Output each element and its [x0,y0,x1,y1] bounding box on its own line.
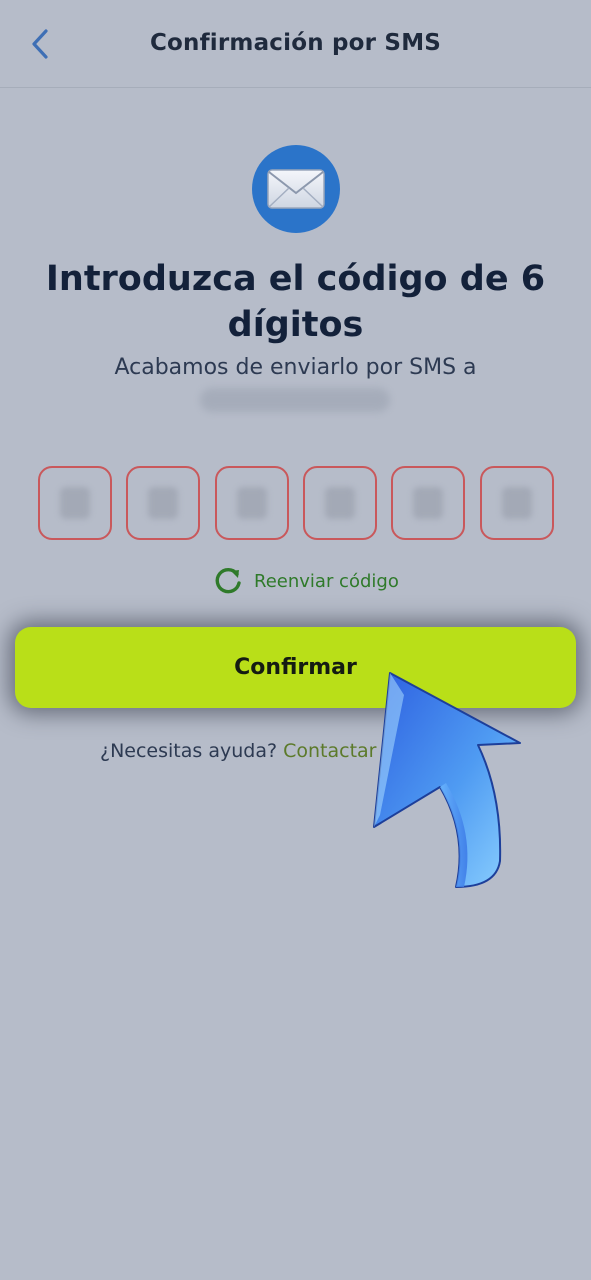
redacted-digit [502,487,532,519]
refresh-icon [215,567,241,594]
code-input-row [38,466,554,542]
resend-code-label: Reenviar código [254,570,399,592]
top-bar: Confirmación por SMS [0,0,591,88]
code-digit-input-2[interactable] [126,466,200,540]
redacted-digit [237,487,267,519]
code-digit-input-3[interactable] [215,466,289,540]
confirm-button[interactable]: Confirmar [15,627,576,708]
redacted-digit [148,487,178,519]
main-heading: Introduzca el código de 6 dígitos [45,259,546,345]
envelope-icon [267,169,325,209]
redacted-phone-number [200,388,390,412]
help-line: ¿Necesitas ayuda? Contactar [100,740,377,762]
redacted-digit [60,487,90,519]
mail-badge [252,145,340,233]
sms-confirmation-screen: Confirmación por SMS Introduzca el códig… [0,0,591,1280]
confirm-button-label: Confirmar [234,655,357,680]
resend-code-link[interactable]: Reenviar código [212,564,399,598]
redacted-digit [325,487,355,519]
help-prompt: ¿Necesitas ayuda? [100,740,278,762]
contact-link[interactable]: Contactar [283,740,376,762]
page-title: Confirmación por SMS [149,30,442,56]
subtitle: Acabamos de enviarlo por SMS a [114,355,477,380]
code-digit-input-6[interactable] [480,466,554,540]
redacted-digit [413,487,443,519]
code-digit-input-5[interactable] [391,466,465,540]
code-digit-input-4[interactable] [303,466,377,540]
code-digit-input-1[interactable] [38,466,112,540]
